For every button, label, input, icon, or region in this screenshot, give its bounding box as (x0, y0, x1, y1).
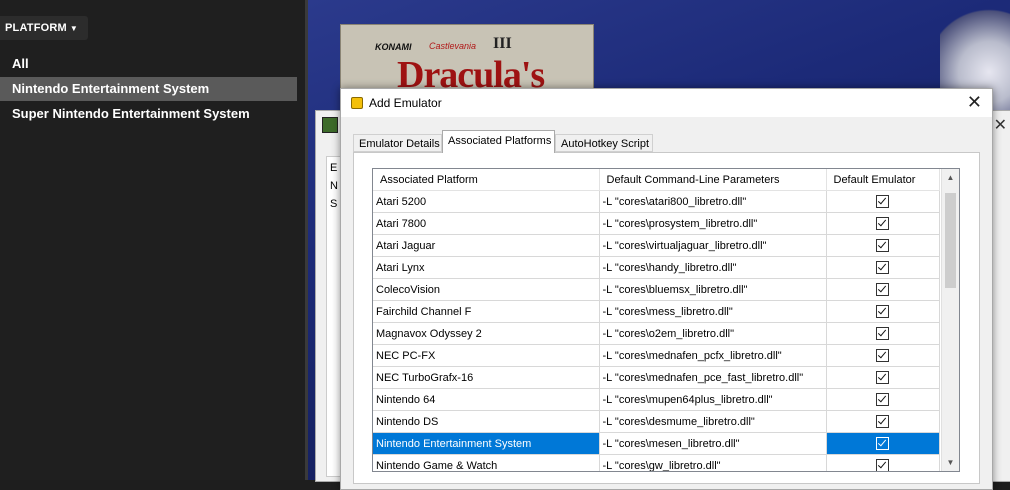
table-row[interactable]: Atari Lynx -L "cores\handy_libretro.dll" (373, 256, 940, 279)
platform-list: All Nintendo Entertainment System Super … (0, 52, 297, 127)
platform-filter-label: PLATFORM (5, 22, 67, 34)
default-checkbox[interactable] (876, 415, 889, 428)
cover-roman: III (493, 35, 512, 52)
cover-series: Castlevania (429, 41, 477, 51)
associated-platforms-panel: Associated Platform Default Command-Line… (353, 152, 980, 484)
default-cell[interactable] (826, 366, 940, 389)
scroll-down-icon[interactable]: ▼ (942, 454, 959, 471)
platform-cell[interactable]: Atari Jaguar (373, 234, 600, 257)
cover-publisher: KONAMI (375, 42, 412, 52)
platform-filter-button[interactable]: PLATFORM ▼ (0, 16, 88, 40)
platform-cell[interactable]: Atari Lynx (373, 256, 600, 279)
vertical-scrollbar[interactable]: ▲ ▼ (941, 169, 959, 471)
chevron-down-icon: ▼ (69, 24, 79, 33)
column-header-platform[interactable]: Associated Platform (373, 169, 600, 191)
dialog-title: Add Emulator (369, 96, 442, 110)
platform-cell[interactable]: Nintendo Game & Watch (373, 454, 600, 471)
default-cell[interactable] (826, 234, 940, 257)
default-cell[interactable] (826, 454, 940, 471)
table-row[interactable]: Nintendo 64 -L "cores\mupen64plus_libret… (373, 388, 940, 411)
params-cell[interactable]: -L "cores\mupen64plus_libretro.dll" (599, 388, 827, 411)
scroll-up-icon[interactable]: ▲ (942, 169, 959, 186)
grid-header: Associated Platform Default Command-Line… (373, 169, 940, 191)
default-checkbox[interactable] (876, 327, 889, 340)
column-header-params[interactable]: Default Command-Line Parameters (599, 169, 827, 191)
platform-cell[interactable]: Fairchild Channel F (373, 300, 600, 323)
table-row[interactable]: Atari 5200 -L "cores\atari800_libretro.d… (373, 190, 940, 213)
params-cell[interactable]: -L "cores\o2em_libretro.dll" (599, 322, 827, 345)
default-checkbox[interactable] (876, 371, 889, 384)
default-checkbox[interactable] (876, 261, 889, 274)
params-cell[interactable]: -L "cores\handy_libretro.dll" (599, 256, 827, 279)
platform-item-snes[interactable]: Super Nintendo Entertainment System (0, 102, 297, 126)
params-cell[interactable]: -L "cores\atari800_libretro.dll" (599, 190, 827, 213)
platform-cell[interactable]: Atari 7800 (373, 212, 600, 235)
default-cell[interactable] (826, 278, 940, 301)
table-row[interactable]: Atari 7800 -L "cores\prosystem_libretro.… (373, 212, 940, 235)
platform-sidebar: PLATFORM ▼ All Nintendo Entertainment Sys… (0, 0, 305, 480)
default-checkbox[interactable] (876, 393, 889, 406)
params-cell[interactable]: -L "cores\desmume_libretro.dll" (599, 410, 827, 433)
default-cell[interactable] (826, 256, 940, 279)
tab-emulator-details[interactable]: Emulator Details (353, 134, 442, 152)
default-checkbox[interactable] (876, 283, 889, 296)
params-cell[interactable]: -L "cores\mednafen_pce_fast_libretro.dll… (599, 366, 827, 389)
tab-autohotkey-script[interactable]: AutoHotkey Script (555, 134, 653, 152)
table-row[interactable]: ColecoVision -L "cores\bluemsx_libretro.… (373, 278, 940, 301)
platform-cell[interactable]: NEC PC-FX (373, 344, 600, 367)
default-checkbox[interactable] (876, 217, 889, 230)
params-cell[interactable]: -L "cores\mess_libretro.dll" (599, 300, 827, 323)
column-header-default[interactable]: Default Emulator (826, 169, 940, 191)
table-row[interactable]: Atari Jaguar -L "cores\virtualjaguar_lib… (373, 234, 940, 257)
scroll-thumb[interactable] (945, 193, 956, 288)
platform-cell[interactable]: Magnavox Odyssey 2 (373, 322, 600, 345)
default-checkbox[interactable] (876, 349, 889, 362)
platform-item-all[interactable]: All (0, 52, 297, 76)
default-checkbox[interactable] (876, 437, 889, 450)
table-row[interactable]: Nintendo DS -L "cores\desmume_libretro.d… (373, 410, 940, 433)
params-cell[interactable]: -L "cores\virtualjaguar_libretro.dll" (599, 234, 827, 257)
platform-cell[interactable]: Nintendo DS (373, 410, 600, 433)
platform-cell[interactable]: Atari 5200 (373, 190, 600, 213)
default-cell[interactable] (826, 410, 940, 433)
table-row[interactable]: NEC PC-FX -L "cores\mednafen_pcfx_libret… (373, 344, 940, 367)
platform-cell[interactable]: ColecoVision (373, 278, 600, 301)
dialog-titlebar[interactable]: Add Emulator ✕ (341, 89, 992, 117)
default-cell[interactable] (826, 344, 940, 367)
platform-cell[interactable]: Nintendo Entertainment System (373, 432, 600, 455)
add-emulator-dialog: Add Emulator ✕ Emulator Details Associat… (340, 88, 993, 490)
tab-associated-platforms[interactable]: Associated Platforms (442, 130, 555, 153)
platforms-grid: Associated Platform Default Command-Line… (372, 168, 960, 472)
default-checkbox[interactable] (876, 305, 889, 318)
params-cell[interactable]: -L "cores\prosystem_libretro.dll" (599, 212, 827, 235)
table-row[interactable]: Fairchild Channel F -L "cores\mess_libre… (373, 300, 940, 323)
table-row-selected[interactable]: Nintendo Entertainment System -L "cores\… (373, 432, 940, 455)
params-cell-editing[interactable]: -L "cores\mesen_libretro.dll" (599, 432, 827, 455)
params-cell[interactable]: -L "cores\bluemsx_libretro.dll" (599, 278, 827, 301)
default-cell[interactable] (826, 322, 940, 345)
table-row[interactable]: NEC TurboGrafx-16 -L "cores\mednafen_pce… (373, 366, 940, 389)
platform-cell[interactable]: Nintendo 64 (373, 388, 600, 411)
default-cell[interactable] (826, 190, 940, 213)
close-icon[interactable]: ✕ (994, 115, 1007, 135)
default-checkbox[interactable] (876, 459, 889, 471)
platform-item-nes[interactable]: Nintendo Entertainment System (0, 77, 297, 101)
window-icon (322, 117, 338, 133)
emulator-icon (351, 97, 363, 109)
default-cell[interactable] (826, 212, 940, 235)
table-row[interactable]: Nintendo Game & Watch -L "cores\gw_libre… (373, 454, 940, 471)
default-checkbox[interactable] (876, 195, 889, 208)
default-cell[interactable] (826, 432, 940, 455)
params-cell[interactable]: -L "cores\gw_libretro.dll" (599, 454, 827, 471)
params-cell[interactable]: -L "cores\mednafen_pcfx_libretro.dll" (599, 344, 827, 367)
default-checkbox[interactable] (876, 239, 889, 252)
close-icon[interactable]: ✕ (967, 92, 982, 113)
table-row[interactable]: Magnavox Odyssey 2 -L "cores\o2em_libret… (373, 322, 940, 345)
default-cell[interactable] (826, 388, 940, 411)
platform-cell[interactable]: NEC TurboGrafx-16 (373, 366, 600, 389)
default-cell[interactable] (826, 300, 940, 323)
